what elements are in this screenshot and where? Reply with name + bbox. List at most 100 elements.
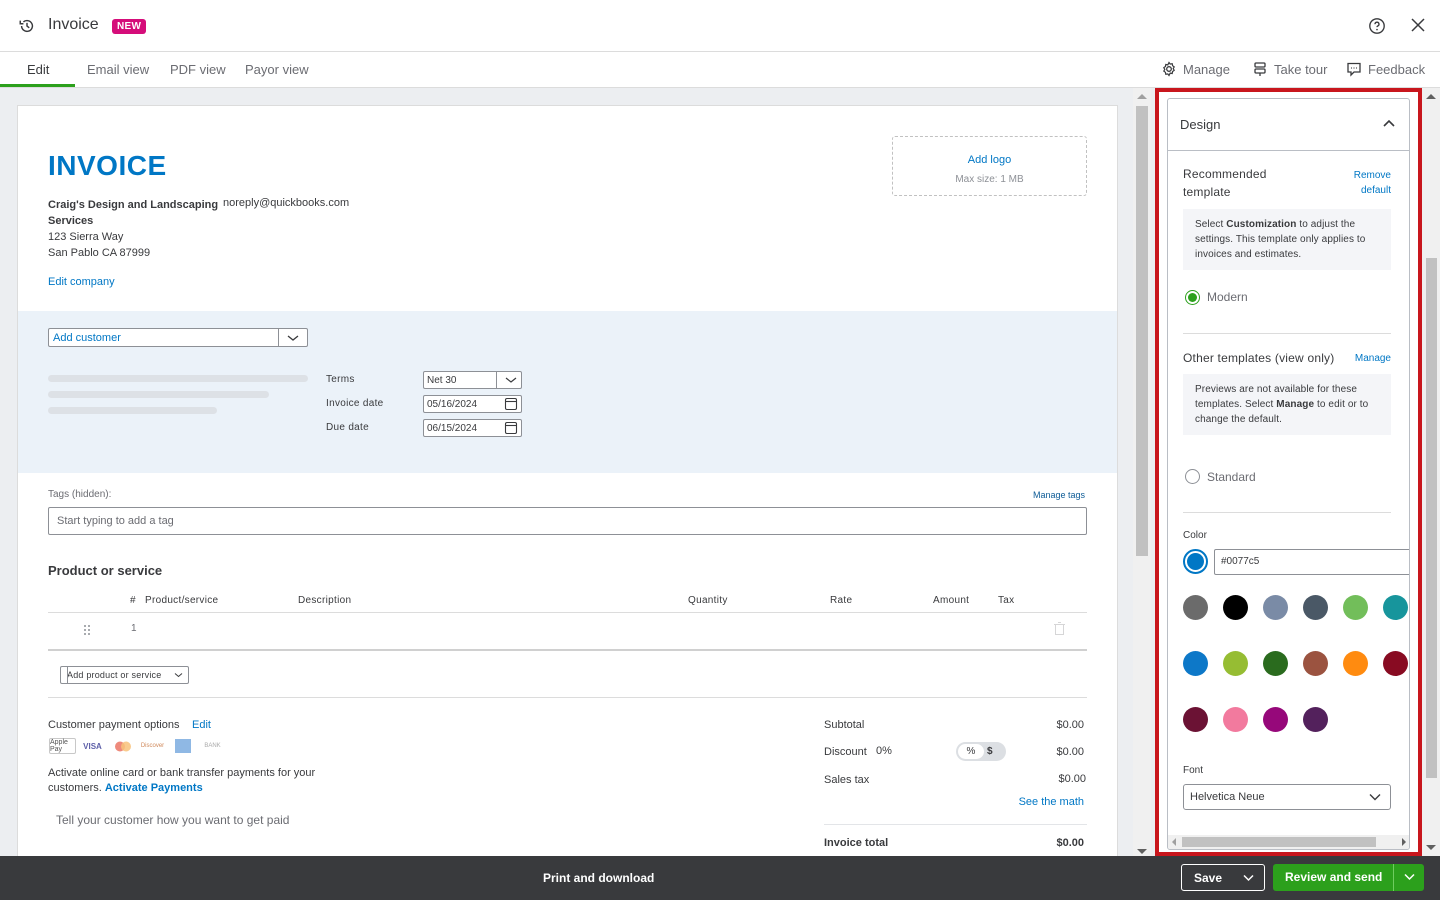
address-line2: San Pablo CA 87999 <box>48 247 151 259</box>
calendar-icon[interactable] <box>504 421 518 435</box>
chevron-down-icon[interactable] <box>1369 793 1381 801</box>
take-tour-button[interactable]: Take tour <box>1252 61 1327 77</box>
color-swatch[interactable] <box>1383 595 1408 620</box>
toggle-percent[interactable]: % <box>958 744 984 759</box>
history-icon[interactable] <box>18 17 36 35</box>
scroll-up-arrow[interactable] <box>1137 94 1147 99</box>
recommended-info-box: Select Customization to adjust the setti… <box>1183 209 1391 270</box>
manage-templates-link[interactable]: Manage <box>1338 351 1391 366</box>
invoice-date-input[interactable]: 05/16/2024 <box>423 395 522 413</box>
manage-tags-link[interactable]: Manage tags <box>1033 490 1085 500</box>
color-swatch[interactable] <box>1223 595 1248 620</box>
color-swatch[interactable] <box>1303 707 1328 732</box>
color-swatch[interactable] <box>1303 651 1328 676</box>
sales-tax-value: $0.00 <box>1058 773 1086 785</box>
trash-icon[interactable] <box>1054 622 1065 635</box>
manage-label: Manage <box>1183 61 1230 77</box>
chevron-down-icon[interactable] <box>287 333 299 343</box>
tags-input[interactable]: Start typing to add a tag <box>48 507 1087 535</box>
font-select[interactable]: Helvetica Neue <box>1183 784 1391 810</box>
info-bold: Manage <box>1276 399 1315 410</box>
color-swatch[interactable] <box>1223 707 1248 732</box>
discount-value: $0.00 <box>1056 746 1084 758</box>
drag-handle-icon[interactable] <box>82 624 92 636</box>
panel-horizontal-scrollbar[interactable] <box>1168 835 1409 849</box>
scrollbar-thumb[interactable] <box>1426 258 1437 778</box>
chevron-down-icon[interactable] <box>504 373 518 387</box>
save-label: Save <box>1194 871 1223 885</box>
edit-company-link[interactable]: Edit company <box>48 276 115 288</box>
close-icon[interactable] <box>1411 18 1425 32</box>
selected-color-swatch[interactable] <box>1183 549 1208 574</box>
main-scrollbar[interactable] <box>1133 88 1151 856</box>
add-logo-link[interactable]: Add logo <box>893 154 1086 166</box>
color-swatch[interactable] <box>1343 651 1368 676</box>
company-name: Craig's Design and Landscaping <box>48 199 219 211</box>
tab-email-view[interactable]: Email view <box>87 62 149 77</box>
chevron-down-icon[interactable] <box>1404 873 1415 881</box>
invoice-total-label: Invoice total <box>824 837 889 849</box>
payment-method-icons: Apple Pay VISA Discover BANK <box>49 738 226 754</box>
standard-radio[interactable] <box>1185 469 1200 484</box>
discount-percent-input[interactable]: 0% <box>876 745 892 757</box>
add-logo-box[interactable]: Add logo Max size: 1 MB <box>892 136 1087 196</box>
payment-options-title: Customer payment options <box>48 719 180 731</box>
save-button[interactable]: Save <box>1181 864 1265 891</box>
design-header[interactable]: Design <box>1168 99 1409 151</box>
tab-payor-view[interactable]: Payor view <box>245 62 309 77</box>
payment-options-edit-link[interactable]: Edit <box>192 719 211 731</box>
color-swatch[interactable] <box>1383 651 1408 676</box>
standard-label[interactable]: Standard <box>1207 470 1256 484</box>
modern-radio[interactable] <box>1185 290 1200 305</box>
print-download-button[interactable]: Print and download <box>543 871 654 885</box>
tab-pdf-view[interactable]: PDF view <box>170 62 226 77</box>
terms-select[interactable]: Net 30 <box>423 371 522 389</box>
color-swatch[interactable] <box>1263 707 1288 732</box>
scroll-left-arrow[interactable] <box>1172 838 1176 846</box>
due-date-input[interactable]: 06/15/2024 <box>423 419 522 437</box>
remove-default-link[interactable]: Remove default <box>1338 168 1391 198</box>
scroll-down-arrow[interactable] <box>1137 849 1147 854</box>
add-product-label: Add product or service <box>67 670 162 680</box>
column-header-rate: Rate <box>830 595 853 606</box>
signpost-icon <box>1254 62 1266 76</box>
review-and-send-button[interactable]: Review and send <box>1273 864 1424 891</box>
color-swatch[interactable] <box>1223 651 1248 676</box>
scroll-right-arrow[interactable] <box>1402 838 1406 846</box>
payment-message-input[interactable]: Tell your customer how you want to get p… <box>56 813 289 827</box>
see-the-math-link[interactable]: See the math <box>1019 796 1084 808</box>
feedback-button[interactable]: Feedback <box>1346 61 1425 77</box>
panel-scrollbar[interactable] <box>1422 88 1440 856</box>
font-select-value: Helvetica Neue <box>1190 791 1265 803</box>
color-swatch[interactable] <box>1183 651 1208 676</box>
toggle-dollar[interactable]: $ <box>987 744 993 759</box>
color-hex-input[interactable]: #0077c5 <box>1214 549 1409 575</box>
chevron-up-icon[interactable] <box>1383 119 1395 127</box>
manage-button[interactable]: Manage <box>1161 61 1230 77</box>
calendar-icon[interactable] <box>504 397 518 411</box>
color-swatch[interactable] <box>1263 595 1288 620</box>
scroll-down-arrow[interactable] <box>1426 845 1436 850</box>
info-text: Select <box>1195 219 1227 230</box>
other-templates-title: Other templates (view only) <box>1183 351 1335 365</box>
chevron-down-icon[interactable] <box>1243 874 1254 882</box>
color-swatch[interactable] <box>1183 707 1208 732</box>
color-swatch[interactable] <box>1263 651 1288 676</box>
modern-label[interactable]: Modern <box>1207 290 1248 304</box>
color-swatch[interactable] <box>1183 595 1208 620</box>
discount-type-toggle[interactable]: % $ <box>956 742 1006 761</box>
color-swatch[interactable] <box>1303 595 1328 620</box>
help-icon[interactable] <box>1368 17 1386 35</box>
invoice-date-value: 05/16/2024 <box>427 399 478 410</box>
design-title: Design <box>1180 117 1221 132</box>
activate-payments-link[interactable]: Activate Payments <box>105 782 203 794</box>
scroll-up-arrow[interactable] <box>1426 94 1436 99</box>
product-section-title: Product or service <box>48 563 163 578</box>
scrollbar-thumb[interactable] <box>1136 106 1148 556</box>
scrollbar-thumb[interactable] <box>1182 837 1376 847</box>
color-swatch[interactable] <box>1343 595 1368 620</box>
add-product-button[interactable]: Add product or service <box>60 666 189 684</box>
chevron-down-icon[interactable] <box>174 671 183 679</box>
tab-edit[interactable]: Edit <box>27 62 49 77</box>
customer-select[interactable]: Add customer <box>48 328 308 347</box>
